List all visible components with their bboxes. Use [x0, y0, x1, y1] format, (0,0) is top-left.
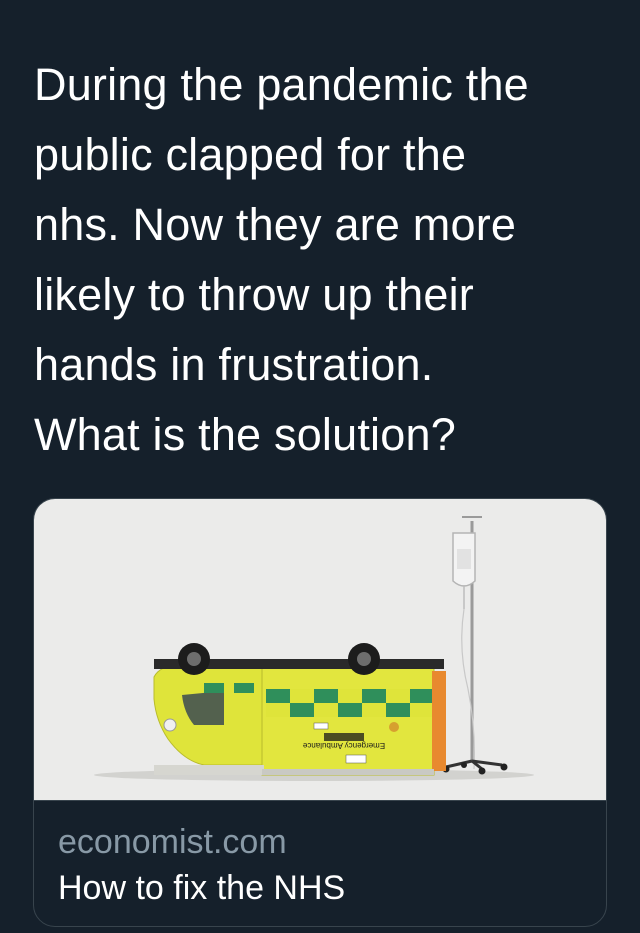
card-footer[interactable]: economist.com How to fix the NHS [34, 800, 606, 926]
card-image[interactable]: Emergency Ambulance [34, 499, 606, 800]
link-preview-card[interactable]: Emergency Ambulance economist.com How to… [33, 498, 607, 927]
overturned-ambulance-illustration: Emergency Ambulance [94, 516, 534, 781]
vehicle-text: Emergency Ambulance [302, 741, 385, 750]
card-domain: economist.com [58, 823, 287, 861]
battenburg-pattern [266, 689, 432, 717]
card-title[interactable]: How to fix the NHS [58, 869, 345, 908]
iv-drip-stand [442, 516, 508, 775]
tweet-text: During the pandemic the public clapped f… [34, 59, 529, 460]
ambulance-body: Emergency Ambulance [153, 643, 446, 776]
